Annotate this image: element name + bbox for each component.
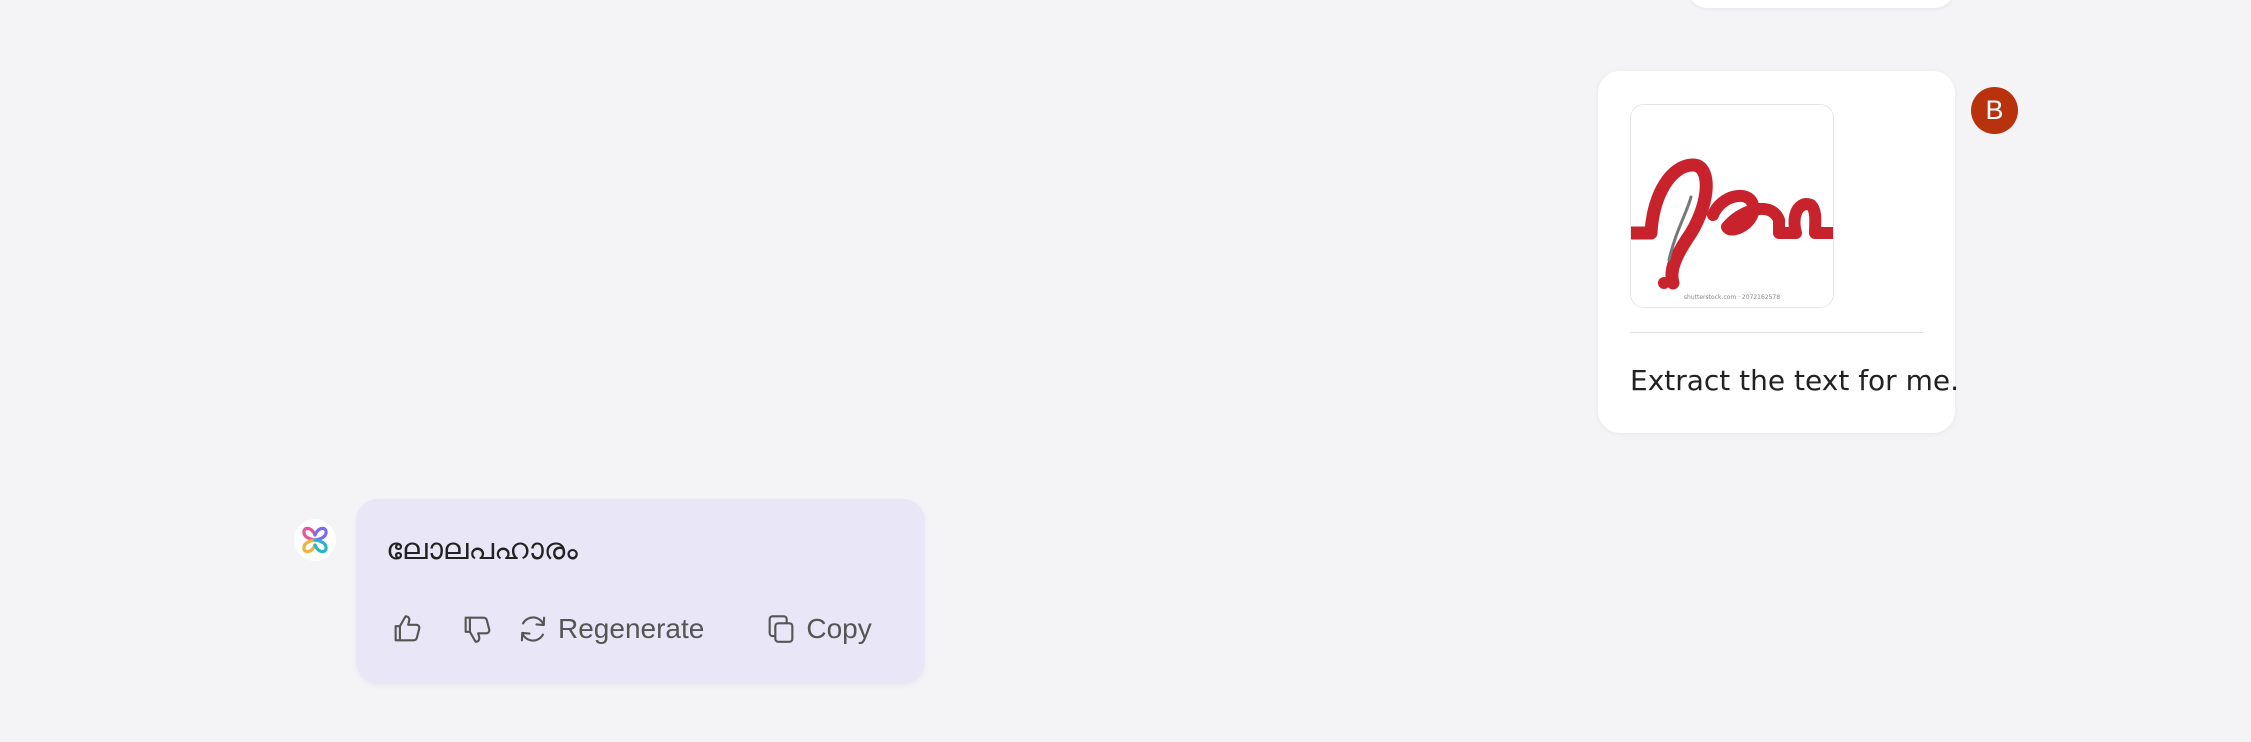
refresh-icon	[520, 616, 546, 642]
malayalam-letter-image: shutterstock.com · 2072162578	[1631, 105, 1833, 307]
thumbs-up-icon	[394, 615, 421, 642]
user-avatar[interactable]: B	[1971, 87, 2018, 134]
user-prompt-text: Extract the text for me.	[1630, 364, 1959, 397]
message-actions: Regenerate Copy	[390, 611, 872, 647]
copy-button[interactable]: Copy	[764, 612, 872, 646]
like-button[interactable]	[390, 612, 424, 646]
attached-image-thumbnail[interactable]: shutterstock.com · 2072162578	[1630, 104, 1834, 308]
copy-icon	[768, 615, 794, 643]
thumbs-down-icon	[464, 616, 491, 643]
regenerate-button[interactable]: Regenerate	[516, 612, 704, 646]
assistant-response-text: ലോലപഹാരം	[386, 532, 578, 567]
image-watermark: shutterstock.com · 2072162578	[1684, 294, 1780, 301]
assistant-logo-icon	[293, 518, 337, 562]
user-message: shutterstock.com · 2072162578 Extract th…	[1598, 71, 1959, 433]
assistant-message: ലോലപഹാരം Regenerate Copy	[356, 499, 925, 684]
message-divider	[1630, 332, 1923, 333]
dislike-button[interactable]	[460, 612, 494, 646]
previous-message-card	[1688, 0, 1954, 8]
copy-label: Copy	[806, 613, 872, 644]
regenerate-label: Regenerate	[558, 613, 705, 644]
